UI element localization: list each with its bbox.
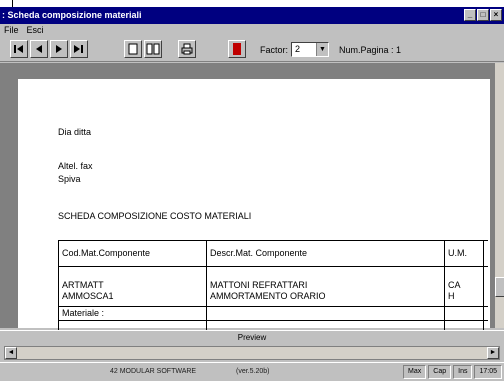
contact-line-2: Spiva: [58, 174, 81, 184]
table-header-cod: Cod.Mat.Componente: [62, 248, 151, 258]
table-cell: MATTONI REFRATTARI: [210, 280, 308, 290]
print-setup-button[interactable]: [178, 40, 196, 58]
table-col-border: [206, 240, 207, 330]
two-pages-button[interactable]: [144, 40, 162, 58]
table-col-border: [483, 240, 484, 330]
menu-item-esci[interactable]: Esci: [27, 24, 44, 36]
exit-door-icon: [233, 43, 241, 55]
chevron-down-icon[interactable]: ▼: [316, 43, 328, 56]
maximize-icon[interactable]: □: [477, 9, 489, 21]
table-footer-label: Materiale :: [62, 308, 105, 318]
minimize-icon[interactable]: _: [464, 9, 476, 21]
taskbar-center-text: 42 MODULAR SOFTWARE: [110, 368, 197, 375]
close-preview-button[interactable]: [228, 40, 246, 58]
table-col-border: [58, 240, 59, 330]
next-page-button[interactable]: [50, 40, 68, 58]
tray-clock: 17:05: [474, 365, 502, 379]
first-page-button[interactable]: [10, 40, 28, 58]
table-header-border: [58, 266, 488, 267]
table-cell: CA: [448, 280, 461, 290]
table-border-top: [58, 240, 488, 241]
table-header-descr: Descr.Mat. Componente: [210, 248, 308, 258]
factor-value: 2: [295, 44, 301, 54]
printer-icon: [181, 43, 193, 55]
horizontal-scrollbar[interactable]: ◄ ►: [4, 346, 500, 360]
prev-page-button[interactable]: [30, 40, 48, 58]
last-page-icon: [74, 45, 83, 53]
status-tray: Max Cap Ins 17:05: [403, 365, 502, 379]
next-page-icon: [56, 45, 62, 53]
tray-indicator: Max: [403, 365, 427, 379]
menu-bar: File Esci: [0, 24, 504, 36]
tray-indicator: Ins: [453, 365, 473, 379]
preview-area: Dia ditta Altel. fax Spiva SCHEDA COMPOS…: [0, 63, 504, 330]
last-page-button[interactable]: [70, 40, 88, 58]
status-label: Preview: [237, 333, 267, 342]
table-cell: ARTMATT: [62, 280, 104, 290]
table-cell: H: [448, 291, 455, 301]
first-page-icon: [14, 45, 23, 53]
table-col-border: [444, 240, 445, 330]
company-line: Dia ditta: [58, 127, 92, 137]
table-cell: AMMORTAMENTO ORARIO: [210, 291, 326, 301]
vertical-scrollbar[interactable]: [494, 63, 504, 328]
factor-label: Factor:: [260, 45, 289, 55]
window-controls: _ □ ×: [464, 9, 502, 21]
materials-table: Cod.Mat.Componente Descr.Mat. Componente…: [58, 240, 488, 330]
contact-line-1: Altel. fax: [58, 161, 93, 171]
taskbar-version: (ver.5.20b): [236, 368, 270, 375]
scroll-right-icon[interactable]: ►: [487, 347, 499, 359]
prev-page-icon: [36, 45, 42, 53]
title-bar: : Scheda composizione materiali _ □ ×: [0, 7, 504, 24]
top-strip: [0, 0, 504, 8]
report-heading: SCHEDA COMPOSIZIONE COSTO MATERIALI: [58, 211, 252, 221]
menu-item-file[interactable]: File: [4, 24, 19, 36]
page-number-label: Num.Pagina : 1: [339, 45, 402, 55]
taskbar: 42 MODULAR SOFTWARE (ver.5.20b) Max Cap …: [0, 362, 504, 381]
toolbar: Factor: 2 ▼ Num.Pagina : 1: [0, 36, 504, 62]
scroll-left-icon[interactable]: ◄: [5, 347, 17, 359]
two-pages-icon: [146, 43, 160, 55]
scroll-thumb[interactable]: [495, 277, 504, 297]
single-page-button[interactable]: [124, 40, 142, 58]
window-title: : Scheda composizione materiali: [2, 10, 142, 20]
factor-dropdown[interactable]: 2 ▼: [291, 42, 329, 57]
close-icon[interactable]: ×: [490, 9, 502, 21]
report-page: Dia ditta Altel. fax Spiva SCHEDA COMPOS…: [18, 79, 490, 330]
table-footer-border: [58, 320, 488, 321]
table-cell: AMMOSCA1: [62, 291, 114, 301]
tray-indicator: Cap: [428, 365, 452, 379]
single-page-icon: [128, 43, 138, 55]
table-row-border: [58, 306, 488, 307]
table-header-um: U.M.: [448, 248, 467, 258]
status-bar: Preview: [0, 330, 504, 344]
